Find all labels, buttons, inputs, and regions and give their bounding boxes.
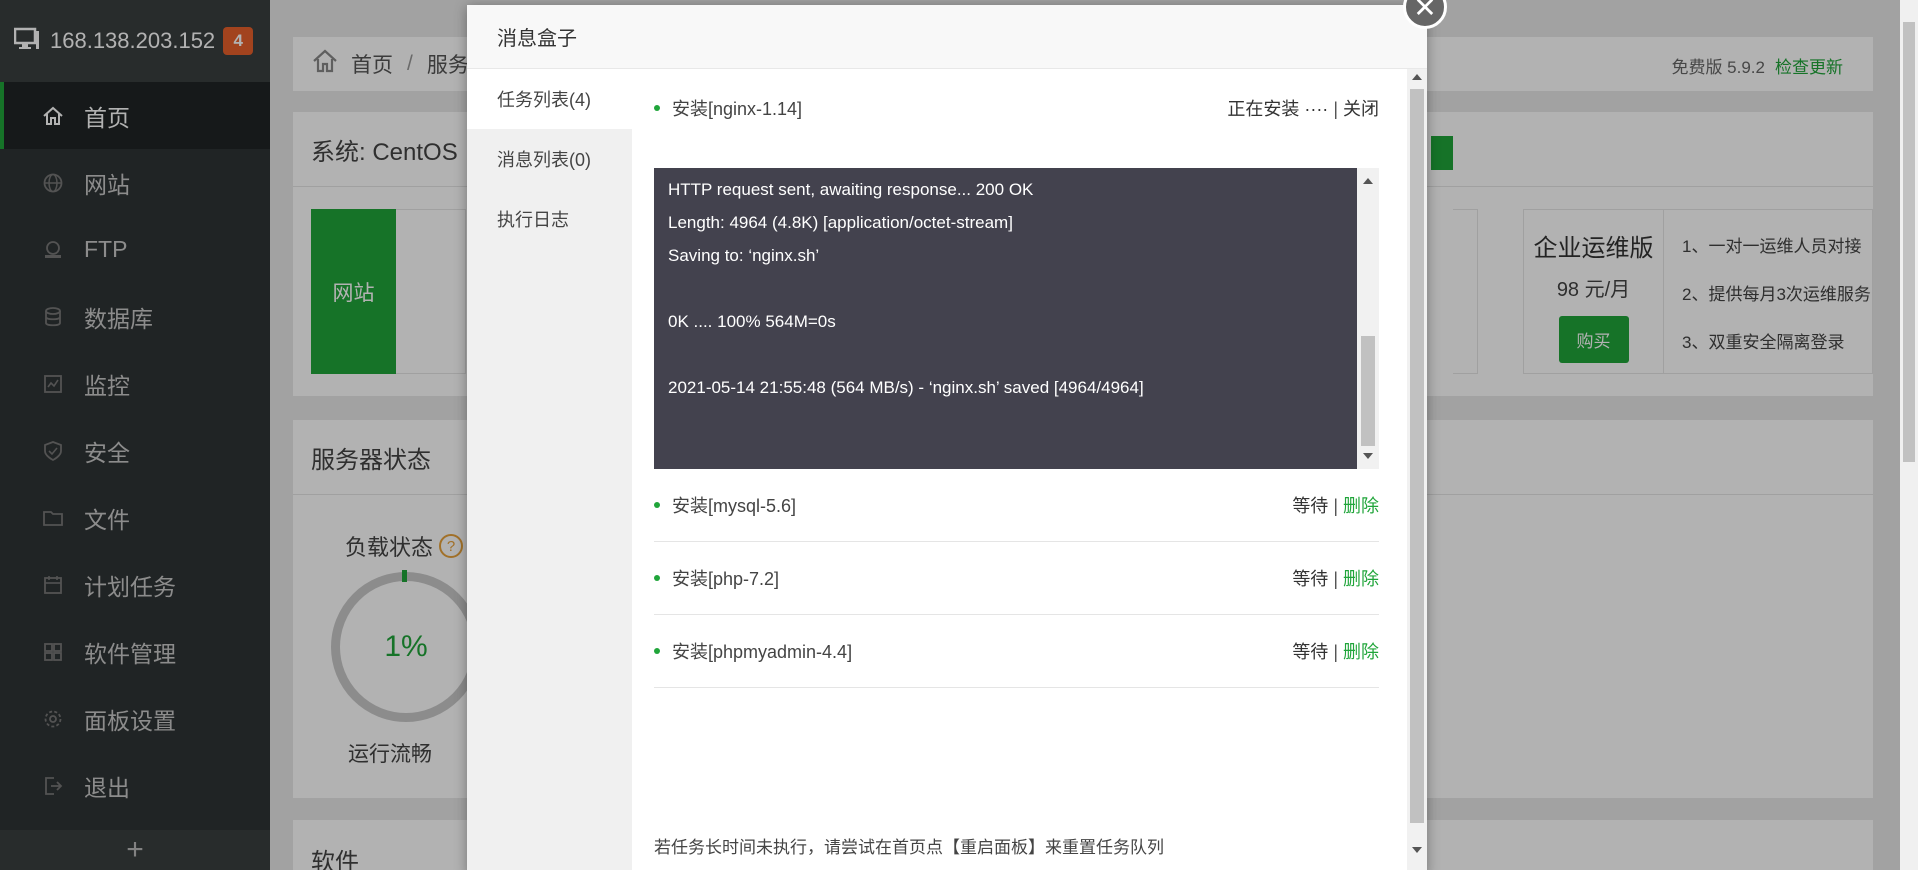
tab-task-list[interactable]: 任务列表(4) [467,69,632,129]
close-log-link[interactable]: 关闭 [1343,99,1379,119]
log-scrollbar[interactable] [1357,168,1379,469]
task-status: 正在安装 ···· | 关闭 [1227,95,1379,121]
log-line: Saving to: ‘nginx.sh’ [668,246,820,265]
task-status-text: 等待 [1292,642,1329,662]
task-status-text: 正在安装 ···· [1227,99,1329,119]
log-line: 2021-05-14 21:55:48 (564 MB/s) - ‘nginx.… [668,378,1144,397]
task-list: 安装[nginx-1.14] 正在安装 ···· | 关闭 HTTP request… [632,69,1427,870]
separator: | [1333,642,1338,662]
log-line: HTTP request sent, awaiting response... … [668,180,1034,199]
task-name: 安装[nginx-1.14] [672,99,803,119]
task-item: 安装[php-7.2] 等待 | 删除 [654,542,1379,615]
scroll-up-icon[interactable] [1412,74,1422,80]
modal-scrollbar-thumb[interactable] [1410,89,1424,823]
status-dot [654,105,660,111]
delete-task-link[interactable]: 删除 [1343,569,1379,589]
task-status-text: 等待 [1292,569,1329,589]
task-item: 安装[mysql-5.6] 等待 | 删除 [654,469,1379,542]
tab-exec-log[interactable]: 执行日志 [467,189,632,249]
log-line: Length: 4964 (4.8K) [application/octet-s… [668,213,1013,232]
status-dot [654,502,660,508]
delete-task-link[interactable]: 删除 [1343,496,1379,516]
separator: | [1333,99,1338,119]
status-dot [654,648,660,654]
separator: | [1333,569,1338,589]
modal-title: 消息盒子 [467,5,1427,69]
delete-task-link[interactable]: 删除 [1343,642,1379,662]
install-log-terminal[interactable]: HTTP request sent, awaiting response... … [654,168,1379,469]
modal-tabs: 任务列表(4) 消息列表(0) 执行日志 [467,69,632,870]
log-scrollbar-thumb[interactable] [1361,336,1375,446]
log-line: 0K .... 100% 564M=0s [668,312,836,331]
scroll-up-icon[interactable] [1363,178,1373,184]
task-item-active: 安装[nginx-1.14] 正在安装 ···· | 关闭 [654,95,1379,121]
modal-scrollbar[interactable] [1407,69,1427,870]
task-name: 安装[php-7.2] [672,569,780,589]
task-status: 等待 | 删除 [1292,565,1379,591]
scroll-down-icon[interactable] [1412,847,1422,853]
task-queue-hint: 若任务长时间未执行，请尝试在首页点【重启面板】来重置任务队列 [654,838,1164,857]
task-item: 安装[phpmyadmin-4.4] 等待 | 删除 [654,615,1379,688]
page-scrollbar-thumb[interactable] [1903,22,1915,462]
status-dot [654,575,660,581]
task-status-text: 等待 [1292,496,1329,516]
page-scrollbar[interactable] [1900,0,1918,870]
tab-message-list[interactable]: 消息列表(0) [467,129,632,189]
separator: | [1333,496,1338,516]
message-box-modal: 消息盒子 ✕ 任务列表(4) 消息列表(0) 执行日志 安装[nginx-1.1… [467,0,1447,870]
task-status: 等待 | 删除 [1292,638,1379,664]
task-status: 等待 | 删除 [1292,492,1379,518]
task-name: 安装[phpmyadmin-4.4] [672,642,853,662]
task-name: 安装[mysql-5.6] [672,496,797,516]
scroll-down-icon[interactable] [1363,453,1373,459]
